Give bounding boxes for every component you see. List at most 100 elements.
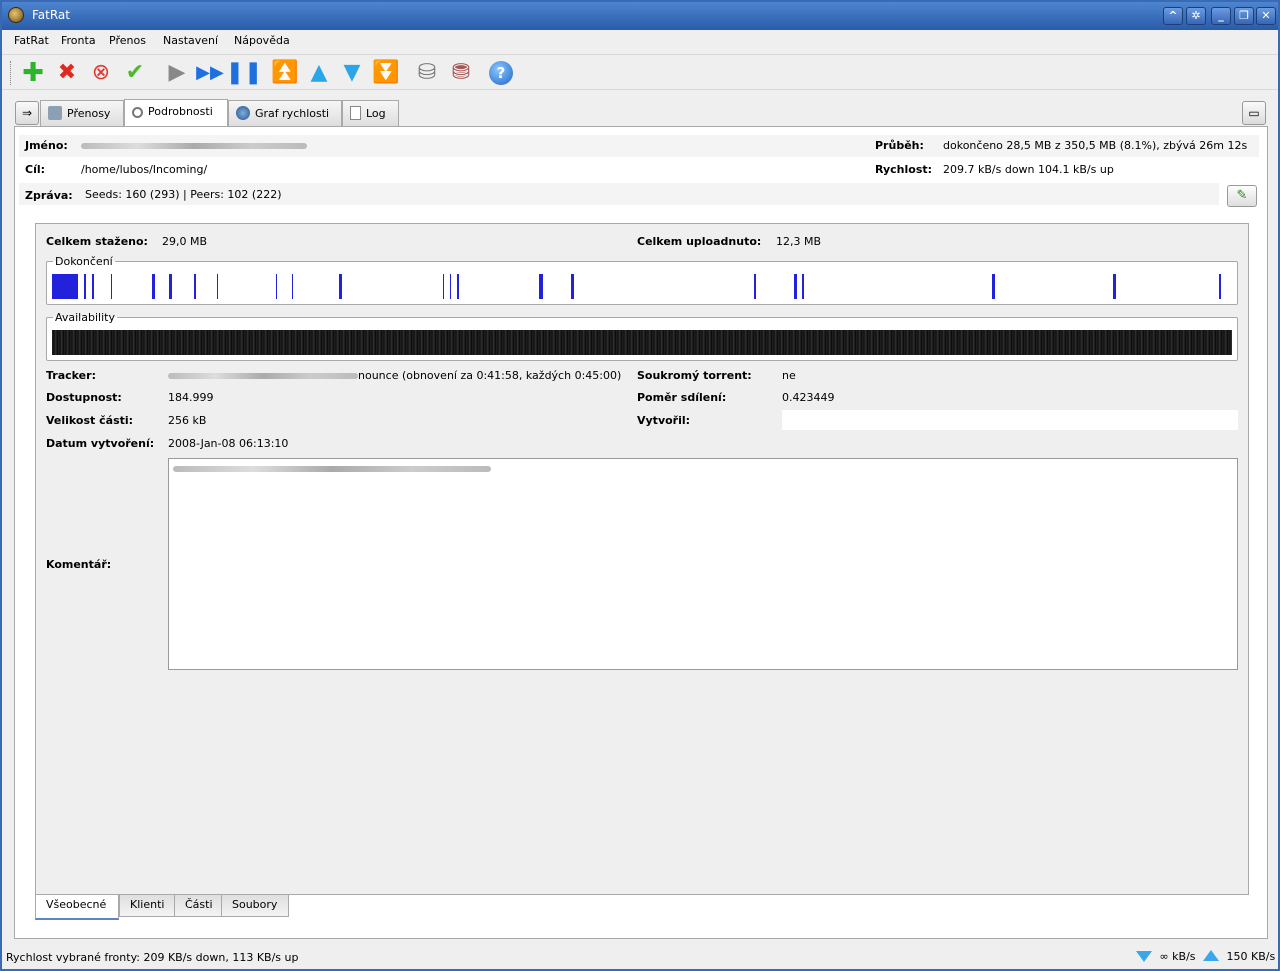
remove-queue-icon[interactable]: ⛃ xyxy=(448,60,474,86)
tracker-value: nounce (obnovení za 0:41:58, každých 0:4… xyxy=(168,369,621,382)
magnifier-icon xyxy=(132,107,143,118)
completion-segment xyxy=(449,274,451,299)
progress-label: Průběh: xyxy=(875,139,924,152)
details-panel: Jméno: Cíl: /home/lubos/Incoming/ Zpráva… xyxy=(14,126,1268,939)
close-button[interactable]: ✕ xyxy=(1256,7,1276,25)
completion-segment xyxy=(539,274,543,299)
completion-segment xyxy=(111,274,113,299)
tab-graf-rychlosti[interactable]: Graf rychlosti xyxy=(228,100,342,126)
speed-label: Rychlost: xyxy=(875,163,933,176)
availability-legend: Availability xyxy=(55,311,115,324)
general-tab-content: Celkem staženo: 29,0 MB Celkem uploadnut… xyxy=(35,223,1249,895)
force-check-icon[interactable]: ✔ xyxy=(122,60,148,86)
completion-segment xyxy=(456,274,460,299)
tracker-label: Tracker: xyxy=(46,369,96,382)
add-icon[interactable]: ✚ xyxy=(20,60,46,86)
created-label: Datum vytvoření: xyxy=(46,437,155,450)
message-label: Zpráva: xyxy=(25,189,73,202)
comment-textarea[interactable] xyxy=(168,458,1238,670)
move-bottom-icon[interactable]: ⏬ xyxy=(372,60,399,86)
move-top-icon[interactable]: ⏫ xyxy=(271,60,298,86)
pause-icon[interactable]: ❚❚ xyxy=(226,60,263,86)
sticky-button[interactable]: ✲ xyxy=(1186,7,1206,25)
subtab-klienti[interactable]: Klienti xyxy=(119,895,175,917)
creator-value xyxy=(782,410,1238,430)
transfers-icon xyxy=(48,106,62,120)
up-limit: 150 KB/s xyxy=(1226,950,1276,963)
completion-group: Dokončení xyxy=(46,255,1238,305)
tab-podrobnosti[interactable]: Podrobnosti xyxy=(124,99,228,127)
status-text: Rychlost vybrané fronty: 209 KB/s down, … xyxy=(6,951,299,964)
completion-segment xyxy=(83,274,87,299)
menu-fatrat[interactable]: FatRat xyxy=(14,34,49,47)
tab-prenosy[interactable]: Přenosy xyxy=(40,100,124,126)
comment-label: Komentář: xyxy=(46,558,112,571)
add-queue-icon[interactable]: ⛁ xyxy=(414,60,440,86)
move-down-icon[interactable]: ▼ xyxy=(339,60,365,86)
completion-segment xyxy=(754,274,757,299)
shade-button[interactable]: ^ xyxy=(1163,7,1183,25)
edit-button[interactable]: ✎ xyxy=(1227,185,1257,207)
fatrat-app-icon xyxy=(8,7,24,23)
delete-icon[interactable]: ✖ xyxy=(54,60,80,86)
title-bar[interactable]: FatRat ^ ✲ _ ❐ ✕ xyxy=(2,2,1278,30)
comment-text xyxy=(173,466,491,472)
close-tab-button[interactable]: ▭ xyxy=(1242,101,1266,125)
download-limit-icon xyxy=(1136,951,1152,962)
creator-label: Vytvořil: xyxy=(637,414,691,427)
subtab-vseobecne[interactable]: Všeobecné xyxy=(35,895,119,920)
speed-value: 209.7 kB/s down 104.1 kB/s up xyxy=(943,163,1114,176)
force-resume-icon[interactable]: ▶▶ xyxy=(196,60,224,86)
menu-bar: FatRat Fronta Přenos Nastavení Nápověda xyxy=(2,30,1278,52)
menu-nastaveni[interactable]: Nastavení xyxy=(163,34,218,47)
menu-fronta[interactable]: Fronta xyxy=(61,34,96,47)
completion-segment xyxy=(152,274,155,299)
message-value: Seeds: 160 (293) | Peers: 102 (222) xyxy=(85,188,282,201)
private-value: ne xyxy=(782,369,796,382)
minimize-button[interactable]: _ xyxy=(1211,7,1231,25)
toolbar: ✚ ✖ ⊗ ✔ ▶ ▶▶ ❚❚ ⏫ ▲ ▼ ⏬ ⛁ ⛃ ? xyxy=(2,54,1278,90)
created-value: 2008-Jan-08 06:13:10 xyxy=(168,437,289,450)
delete-with-data-icon[interactable]: ⊗ xyxy=(88,60,114,86)
move-up-icon[interactable]: ▲ xyxy=(306,60,332,86)
completion-bar xyxy=(52,274,1232,299)
speed-limits[interactable]: ∞ kB/s 150 KB/s xyxy=(1136,950,1275,963)
completion-segment xyxy=(1112,274,1117,299)
subtab-soubory[interactable]: Soubory xyxy=(221,895,289,917)
tab-label: Přenosy xyxy=(67,107,111,120)
completion-segment xyxy=(802,274,804,299)
downloaded-value: 29,0 MB xyxy=(162,235,208,248)
completion-segment xyxy=(1219,274,1222,299)
completion-segment xyxy=(992,274,995,299)
maximize-button[interactable]: ❐ xyxy=(1234,7,1254,25)
dest-value: /home/lubos/Incoming/ xyxy=(81,163,208,176)
availability-value-label: Dostupnost: xyxy=(46,391,122,404)
private-label: Soukromý torrent: xyxy=(637,369,752,382)
menu-prenos[interactable]: Přenos xyxy=(109,34,146,47)
uploaded-value: 12,3 MB xyxy=(776,235,822,248)
completion-segment xyxy=(52,274,78,299)
tracker-text: nounce (obnovení za 0:41:58, každých 0:4… xyxy=(358,369,622,382)
tab-log[interactable]: Log xyxy=(342,100,399,126)
toolbar-grip[interactable] xyxy=(10,61,13,85)
resume-icon[interactable]: ▶ xyxy=(164,60,190,86)
availability-group: Availability xyxy=(46,311,1238,361)
completion-segment xyxy=(794,274,797,299)
completion-segment xyxy=(193,274,196,299)
upload-limit-icon xyxy=(1203,950,1220,961)
piece-size-label: Velikost části: xyxy=(46,414,134,427)
window-title: FatRat xyxy=(32,8,70,22)
document-icon xyxy=(350,106,361,120)
globe-icon xyxy=(236,106,250,120)
ratio-label: Poměr sdílení: xyxy=(637,391,727,404)
pencil-icon: ✎ xyxy=(1236,188,1248,203)
status-bar: Rychlost vybrané fronty: 209 KB/s down, … xyxy=(2,948,1278,969)
menu-napoveda[interactable]: Nápověda xyxy=(234,34,290,47)
completion-segment xyxy=(291,274,293,299)
progress-value: dokončeno 28,5 MB z 350,5 MB (8.1%), zbý… xyxy=(943,139,1248,152)
name-label: Jméno: xyxy=(25,139,68,152)
help-icon[interactable]: ? xyxy=(488,60,514,86)
subtab-casti[interactable]: Části xyxy=(174,895,222,917)
new-tab-button[interactable]: ⇒ xyxy=(15,101,39,125)
availability-value: 184.999 xyxy=(168,391,214,404)
